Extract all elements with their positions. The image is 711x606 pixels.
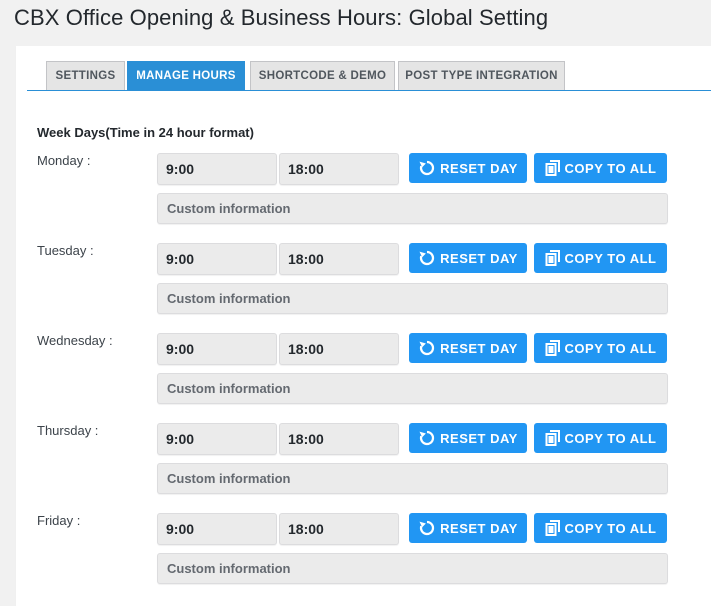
copy-icon xyxy=(545,430,561,446)
thursday-copy-to-all-button[interactable]: COPY TO ALL xyxy=(534,423,667,453)
day-row-thursday: Thursday : RESET DAY COPY TO ALL xyxy=(16,423,711,503)
friday-open-time-input[interactable] xyxy=(157,513,277,545)
reset-day-label: RESET DAY xyxy=(440,160,518,176)
tab-post-type-integration[interactable]: POST TYPE INTEGRATION xyxy=(398,61,565,90)
monday-close-time-input[interactable] xyxy=(279,153,399,185)
wednesday-copy-to-all-button[interactable]: COPY TO ALL xyxy=(534,333,667,363)
reset-icon xyxy=(418,519,436,537)
wednesday-reset-day-button[interactable]: RESET DAY xyxy=(409,333,527,363)
friday-copy-to-all-button[interactable]: COPY TO ALL xyxy=(534,513,667,543)
day-label-thursday: Thursday : xyxy=(37,423,99,438)
wednesday-custom-information-input[interactable] xyxy=(157,373,668,404)
friday-close-time-input[interactable] xyxy=(279,513,399,545)
tab-bar: SETTINGS MANAGE HOURS SHORTCODE & DEMO P… xyxy=(27,61,711,91)
monday-custom-information-input[interactable] xyxy=(157,193,668,224)
copy-to-all-label: COPY TO ALL xyxy=(564,430,657,446)
page-title: CBX Office Opening & Business Hours: Glo… xyxy=(14,5,549,30)
thursday-reset-day-button[interactable]: RESET DAY xyxy=(409,423,527,453)
reset-day-label: RESET DAY xyxy=(440,340,518,356)
tuesday-reset-day-button[interactable]: RESET DAY xyxy=(409,243,527,273)
monday-copy-to-all-button[interactable]: COPY TO ALL xyxy=(534,153,667,183)
tab-shortcode-demo[interactable]: SHORTCODE & DEMO xyxy=(250,61,395,90)
copy-to-all-label: COPY TO ALL xyxy=(564,340,657,356)
monday-open-time-input[interactable] xyxy=(157,153,277,185)
tuesday-copy-to-all-button[interactable]: COPY TO ALL xyxy=(534,243,667,273)
tuesday-close-time-input[interactable] xyxy=(279,243,399,275)
friday-custom-information-input[interactable] xyxy=(157,553,668,584)
tuesday-open-time-input[interactable] xyxy=(157,243,277,275)
reset-day-label: RESET DAY xyxy=(440,250,518,266)
copy-to-all-label: COPY TO ALL xyxy=(564,250,657,266)
copy-icon xyxy=(545,340,561,356)
friday-reset-day-button[interactable]: RESET DAY xyxy=(409,513,527,543)
week-days-heading: Week Days(Time in 24 hour format) xyxy=(37,125,254,140)
wednesday-open-time-input[interactable] xyxy=(157,333,277,365)
tab-settings[interactable]: SETTINGS xyxy=(46,61,125,90)
reset-icon xyxy=(418,159,436,177)
tuesday-custom-information-input[interactable] xyxy=(157,283,668,314)
day-label-monday: Monday : xyxy=(37,153,91,168)
copy-icon xyxy=(545,160,561,176)
thursday-open-time-input[interactable] xyxy=(157,423,277,455)
day-row-monday: Monday : RESET DAY COPY TO ALL xyxy=(16,153,711,233)
reset-icon xyxy=(418,429,436,447)
copy-to-all-label: COPY TO ALL xyxy=(564,160,657,176)
wednesday-close-time-input[interactable] xyxy=(279,333,399,365)
reset-day-label: RESET DAY xyxy=(440,430,518,446)
thursday-close-time-input[interactable] xyxy=(279,423,399,455)
reset-icon xyxy=(418,339,436,357)
copy-to-all-label: COPY TO ALL xyxy=(564,520,657,536)
day-row-wednesday: Wednesday : RESET DAY COPY TO ALL xyxy=(16,333,711,413)
tab-manage-hours[interactable]: MANAGE HOURS xyxy=(127,61,245,90)
day-label-friday: Friday : xyxy=(37,513,81,528)
day-row-tuesday: Tuesday : RESET DAY COPY TO ALL xyxy=(16,243,711,323)
copy-icon xyxy=(545,250,561,266)
day-label-tuesday: Tuesday : xyxy=(37,243,94,258)
reset-icon xyxy=(418,249,436,267)
thursday-custom-information-input[interactable] xyxy=(157,463,668,494)
reset-day-label: RESET DAY xyxy=(440,520,518,536)
day-row-friday: Friday : RESET DAY COPY TO ALL xyxy=(16,513,711,593)
monday-reset-day-button[interactable]: RESET DAY xyxy=(409,153,527,183)
copy-icon xyxy=(545,520,561,536)
day-label-wednesday: Wednesday : xyxy=(37,333,113,348)
settings-panel: SETTINGS MANAGE HOURS SHORTCODE & DEMO P… xyxy=(16,46,711,606)
